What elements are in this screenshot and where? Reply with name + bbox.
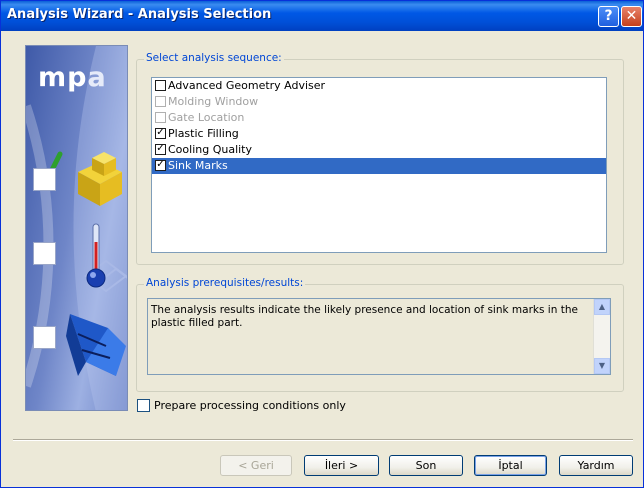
next-button[interactable]: İleri >	[304, 455, 379, 476]
list-item[interactable]: ✓ Cooling Quality	[152, 142, 606, 158]
checkbox	[155, 111, 166, 123]
close-button[interactable]: ✕	[621, 6, 642, 27]
finish-button[interactable]: Son	[389, 455, 463, 476]
checkbox[interactable]: ✓	[155, 127, 166, 139]
analysis-sequence-list[interactable]: Advanced Geometry Adviser Molding Window…	[151, 77, 607, 253]
step-1-checkbox	[33, 168, 56, 191]
list-item-selected[interactable]: ✓ Sink Marks	[152, 158, 606, 174]
chevron-down-icon: ▼	[598, 361, 606, 370]
list-item: Molding Window	[152, 94, 606, 110]
wizard-side-panel: mpa	[25, 45, 128, 411]
list-item-label: Gate Location	[168, 111, 245, 124]
close-icon: ✕	[625, 8, 638, 24]
step-3-checkbox	[33, 326, 56, 349]
cancel-button[interactable]: İptal	[474, 455, 547, 476]
results-textbox[interactable]: The analysis results indicate the likely…	[147, 298, 611, 375]
analysis-wizard-window: Analysis Wizard - Analysis Selection ? ✕…	[0, 0, 644, 488]
results-scrollbar[interactable]: ▲ ▼	[593, 299, 610, 374]
side-panel-graphics	[26, 46, 127, 410]
list-item-label: Cooling Quality	[168, 143, 253, 156]
help-title-button[interactable]: ?	[598, 6, 619, 27]
help-icon: ?	[604, 8, 613, 24]
checkbox	[155, 95, 166, 107]
results-text: The analysis results indicate the likely…	[151, 304, 578, 329]
list-item-label: Molding Window	[168, 95, 259, 108]
list-item: Gate Location	[152, 110, 606, 126]
chevron-up-icon: ▲	[598, 302, 606, 311]
analysis-sequence-legend: Select analysis sequence:	[144, 52, 284, 64]
list-item-label: Sink Marks	[168, 159, 228, 172]
list-item-label: Plastic Filling	[168, 127, 239, 140]
scroll-up-button[interactable]: ▲	[594, 299, 610, 315]
prepare-conditions-checkbox[interactable]	[137, 398, 150, 412]
back-button[interactable]: < Geri	[220, 455, 292, 476]
checkbox[interactable]	[155, 79, 166, 91]
button-separator	[13, 439, 633, 441]
help-button[interactable]: Yardım	[559, 455, 633, 476]
title-bar[interactable]: Analysis Wizard - Analysis Selection ? ✕	[1, 1, 643, 31]
window-title: Analysis Wizard - Analysis Selection	[7, 7, 272, 22]
list-item[interactable]: ✓ Plastic Filling	[152, 126, 606, 142]
list-item[interactable]: Advanced Geometry Adviser	[152, 78, 606, 94]
analysis-results-legend: Analysis prerequisites/results:	[144, 277, 306, 289]
checkbox[interactable]: ✓	[155, 143, 166, 155]
list-item-label: Advanced Geometry Adviser	[168, 79, 326, 92]
prepare-conditions-option[interactable]: Prepare processing conditions only	[137, 398, 346, 413]
prepare-conditions-label: Prepare processing conditions only	[154, 399, 346, 412]
checkbox[interactable]: ✓	[155, 159, 166, 171]
step-2-checkbox	[33, 242, 56, 265]
scroll-down-button[interactable]: ▼	[594, 358, 610, 374]
